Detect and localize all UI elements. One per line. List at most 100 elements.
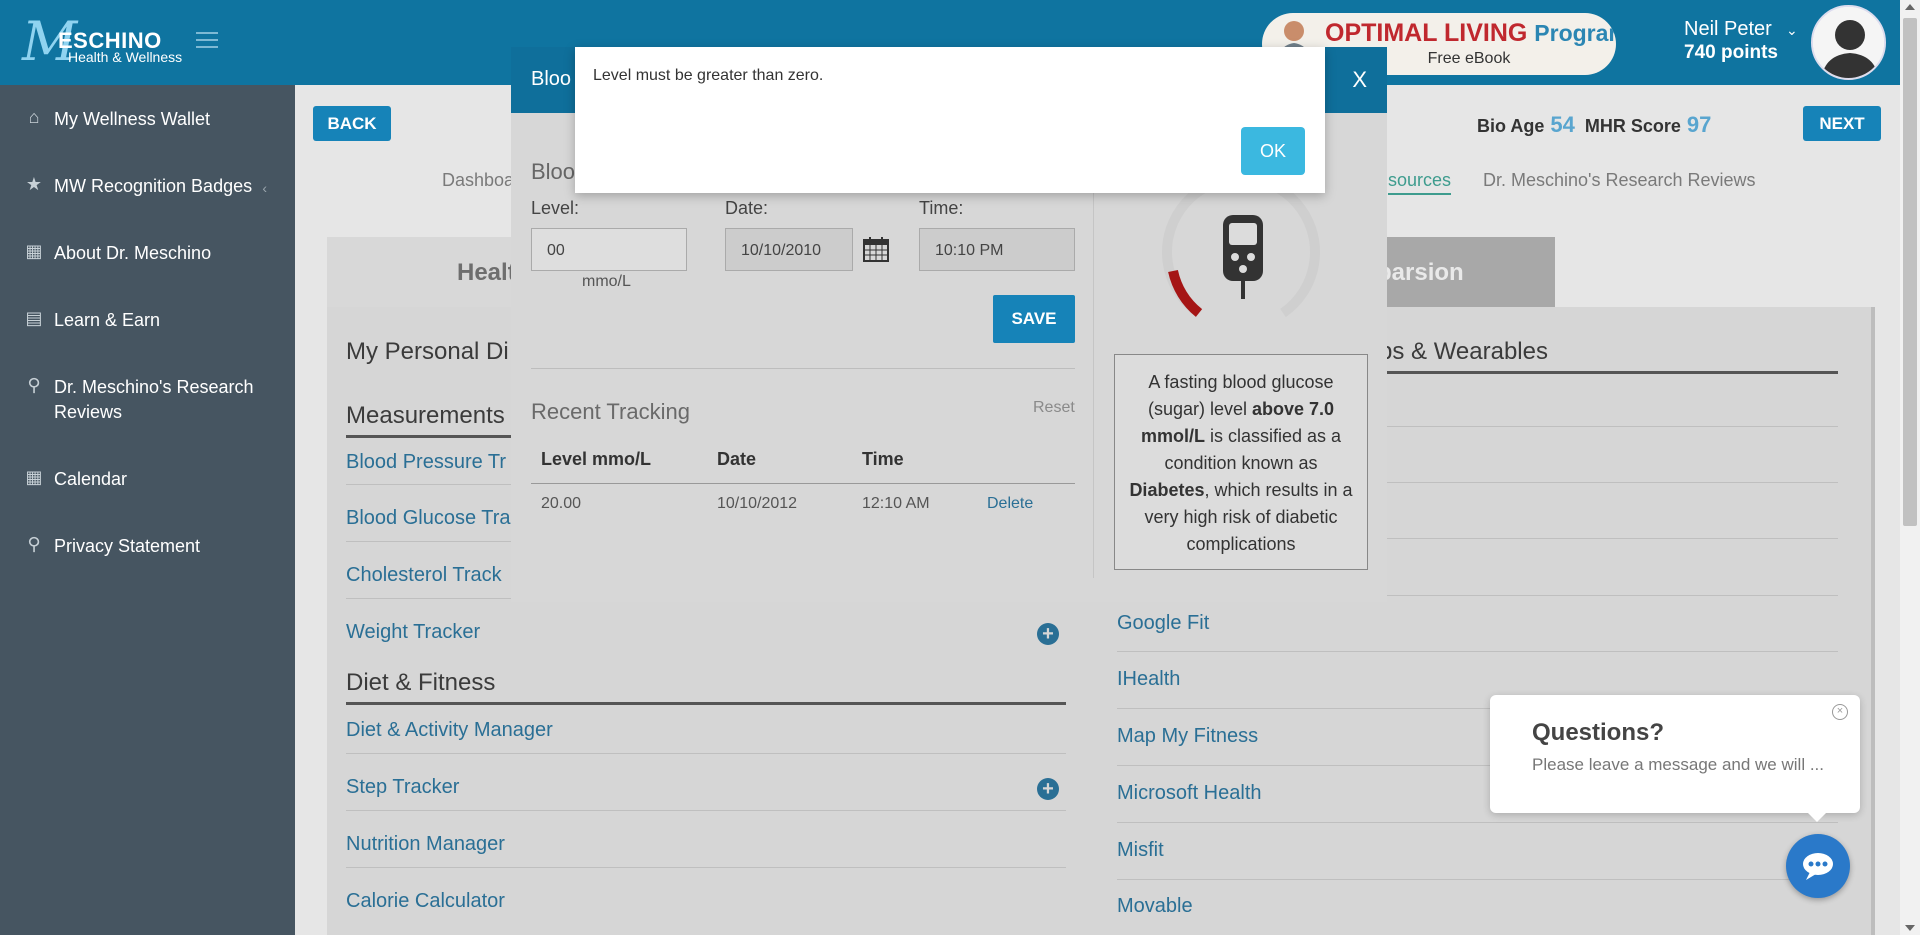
divider (531, 368, 1075, 369)
sidebar-item-label: About Dr. Meschino (54, 243, 212, 263)
user-name[interactable]: Neil Peter (1684, 18, 1772, 41)
score-summary: Bio Age 54 MHR Score 97 (1477, 112, 1721, 138)
delete-link[interactable]: Delete (987, 495, 1033, 513)
level-input[interactable]: 00 (531, 228, 687, 271)
chat-title: Questions? (1532, 719, 1665, 746)
cell-time: 12:10 AM (862, 495, 930, 512)
sidebar-item-label: Calendar (54, 469, 128, 489)
link-google-fit[interactable]: Google Fit (1117, 612, 1209, 635)
link-calorie-calculator[interactable]: Calorie Calculator (346, 890, 505, 913)
user-points: 740 points (1684, 42, 1778, 63)
sidebar-item-learn-earn[interactable]: ▤ Learn & Earn (0, 308, 295, 333)
level-unit: mmo/L (582, 273, 631, 290)
level-label: Level: (531, 198, 580, 218)
table-header-divider (531, 483, 1075, 484)
link-movable[interactable]: Movable (1117, 895, 1193, 918)
sidebar: ⌂ My Wellness Wallet ★ MW Recognition Ba… (0, 85, 295, 935)
link-weight-tracker[interactable]: Weight Tracker (346, 621, 480, 644)
ok-button[interactable]: OK (1241, 127, 1305, 175)
link-diet-activity-manager[interactable]: Diet & Activity Manager (346, 719, 553, 742)
recent-tracking-title: Recent Tracking (531, 399, 690, 424)
avatar-silhouette-icon (1813, 7, 1884, 78)
link-cholesterol-tracker[interactable]: Cholesterol Track (346, 564, 502, 587)
avatar[interactable] (1811, 5, 1886, 80)
time-label: Time: (919, 198, 964, 218)
diabetes-info-box: A fasting blood glucose (sugar) level ab… (1114, 354, 1368, 570)
section-heading-measurements: Measurements (346, 402, 505, 429)
link-ihealth[interactable]: IHealth (1117, 668, 1180, 691)
back-button[interactable]: BACK (313, 106, 391, 141)
close-icon[interactable]: × (1832, 704, 1848, 720)
link-microsoft-health[interactable]: Microsoft Health (1117, 782, 1262, 805)
trophy-icon: ★ (25, 174, 43, 194)
link-blood-pressure-tracker[interactable]: Blood Pressure Tr (346, 451, 506, 474)
link-misfit[interactable]: Misfit (1117, 839, 1164, 862)
column-header-date: Date (717, 449, 757, 469)
date-label: Date: (725, 198, 769, 218)
sidebar-item-calendar[interactable]: ▦ Calendar (0, 467, 295, 492)
reset-link[interactable]: Reset (1033, 399, 1075, 417)
sidebar-item-label: Privacy Statement (54, 536, 201, 556)
sidebar-item-wellness-wallet[interactable]: ⌂ My Wellness Wallet (0, 107, 295, 132)
open-book-icon: ▤ (25, 308, 43, 328)
tab-comparison-label: parsion (1377, 259, 1464, 286)
sidebar-item-about[interactable]: ▦ About Dr. Meschino (0, 241, 295, 266)
tracker-section-title: Bloo (531, 159, 576, 184)
sidebar-item-research-reviews[interactable]: ⚲ Dr. Meschino's Research Reviews (0, 375, 270, 425)
tab-research-reviews[interactable]: Dr. Meschino's Research Reviews (1483, 170, 1756, 191)
logo[interactable]: M ESCHINO Health & Wellness (22, 12, 197, 72)
chat-bubble-icon (1803, 853, 1833, 880)
page-scrollbar[interactable] (1900, 0, 1920, 935)
key-icon: ⚲ (27, 534, 41, 554)
link-step-tracker[interactable]: Step Tracker (346, 776, 459, 799)
cell-level: 20.00 (541, 495, 582, 512)
scroll-down-arrow-icon[interactable] (1905, 925, 1915, 931)
search-icon: ⚲ (27, 375, 41, 395)
scrollbar-thumb[interactable] (1903, 18, 1917, 526)
hamburger-menu-icon[interactable] (196, 32, 218, 50)
modal-close-button[interactable]: X (1352, 67, 1367, 93)
section-heading-personal: My Personal Di (346, 338, 509, 365)
link-blood-glucose-tracker[interactable]: Blood Glucose Tra (346, 507, 511, 530)
mhr-score-value: 97 (1686, 112, 1712, 137)
chat-subtitle: Please leave a message and we will ... (1532, 755, 1824, 774)
time-input[interactable]: 10:10 PM (919, 228, 1075, 271)
chevron-down-icon[interactable]: ⌄ (1786, 22, 1798, 39)
add-circle-icon[interactable]: + (1037, 623, 1059, 645)
link-map-my-fitness[interactable]: Map My Fitness (1117, 725, 1258, 748)
chevron-left-icon: ‹ (262, 180, 267, 196)
cell-date: 10/10/2012 (717, 495, 798, 512)
section-heading-diet-fitness: Diet & Fitness (346, 669, 496, 696)
column-header-level: Level mmo/L (541, 449, 652, 469)
tab-resources[interactable]: sources (1388, 170, 1452, 195)
chat-prompt[interactable]: Questions? Please leave a message and we… (1490, 695, 1860, 813)
next-button[interactable]: NEXT (1803, 106, 1881, 141)
column-header-time: Time (862, 449, 904, 469)
date-input[interactable]: 10/10/2010 (725, 228, 853, 271)
tab-dashboard[interactable]: Dashboa (442, 170, 514, 191)
section-heading-apps-wearables: ps & Wearables (1379, 338, 1548, 365)
bio-age-label: Bio Age (1477, 116, 1545, 136)
calendar-icon[interactable] (862, 235, 890, 263)
sidebar-item-recognition-badges[interactable]: ★ MW Recognition Badges ‹ (0, 174, 295, 199)
promo-title: OPTIMAL LIVING Program (1325, 19, 1616, 47)
add-circle-icon[interactable]: + (1037, 778, 1059, 800)
modal-title: Bloo (531, 68, 572, 90)
save-button[interactable]: SAVE (993, 295, 1075, 343)
home-icon: ⌂ (28, 107, 40, 127)
sidebar-item-label: MW Recognition Badges (54, 176, 253, 196)
chat-bubble-tail (1805, 810, 1829, 822)
link-nutrition-manager[interactable]: Nutrition Manager (346, 833, 505, 856)
chat-launcher-button[interactable] (1786, 834, 1850, 898)
glucose-meter-gauge-icon (1162, 175, 1320, 318)
mhr-score-label: MHR Score (1584, 116, 1681, 136)
info-condition: Diabetes (1129, 480, 1205, 500)
alert-message: Level must be greater than zero. (593, 67, 824, 84)
sidebar-item-privacy[interactable]: ⚲ Privacy Statement (0, 534, 295, 559)
book-icon: ▦ (25, 241, 43, 261)
scroll-up-arrow-icon[interactable] (1905, 4, 1915, 10)
logo-tagline: Health & Wellness (68, 49, 183, 65)
calendar-icon: ▦ (25, 467, 43, 487)
sidebar-item-label: Learn & Earn (54, 310, 161, 330)
sidebar-item-label: My Wellness Wallet (54, 109, 211, 129)
